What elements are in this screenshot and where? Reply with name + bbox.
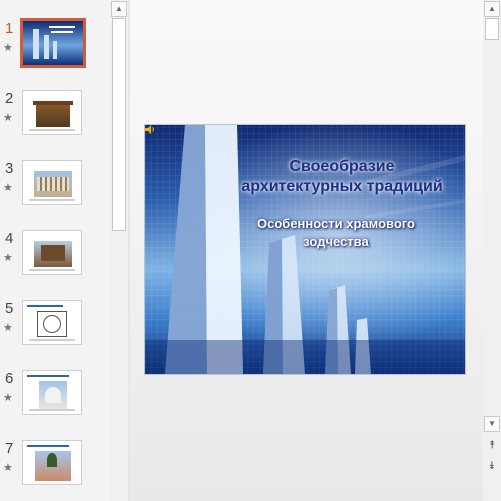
star-icon: ★ (3, 322, 13, 334)
scroll-up-button[interactable]: ▲ (484, 1, 500, 17)
slide-thumbnail-5[interactable]: 5 ★ (0, 300, 110, 362)
slide-scrollbar[interactable]: ▲ ▼ ⯭ ⯯ (483, 0, 501, 501)
scroll-down-button[interactable]: ▼ (484, 416, 500, 432)
slide-thumbnail-image[interactable] (22, 300, 82, 345)
slide-thumbnail-image[interactable] (22, 440, 82, 485)
slide-thumbnail-3[interactable]: 3 ★ (0, 160, 110, 222)
slide-thumbnail-image[interactable] (22, 160, 82, 205)
scrollbar-thumb[interactable] (485, 18, 499, 40)
previous-slide-button[interactable]: ⯭ (484, 438, 500, 454)
slide-number: 2 (5, 90, 14, 107)
slide-thumbnail-1[interactable]: 1 ★ (0, 18, 110, 82)
star-icon: ★ (3, 462, 13, 474)
slide-editor[interactable]: Своеобразие архитектурных традиций Особе… (130, 0, 483, 501)
slide-thumbnail-pane[interactable]: 1 ★ 2 ★ 3 ★ 4 ★ 5 ★ 6 ★ 7 ★ (0, 0, 110, 501)
slide-thumbnail-4[interactable]: 4 ★ (0, 230, 110, 292)
slide-thumbnail-image[interactable] (22, 230, 82, 275)
slide-number: 5 (5, 300, 14, 317)
slide-number: 6 (5, 370, 14, 387)
slide-thumbnail-2[interactable]: 2 ★ (0, 90, 110, 152)
slide-number: 3 (5, 160, 14, 177)
slide-title[interactable]: Своеобразие архитектурных традиций (227, 157, 457, 197)
star-icon: ★ (3, 42, 13, 54)
scroll-up-button[interactable]: ▲ (111, 1, 127, 17)
slide-number: 1 (5, 20, 14, 37)
slide-thumbnail-7[interactable]: 7 ★ (0, 440, 110, 501)
thumbnail-scrollbar[interactable]: ▲ (110, 0, 128, 501)
slide-canvas[interactable]: Своеобразие архитектурных традиций Особе… (144, 124, 466, 375)
slide-thumbnail-image[interactable] (22, 90, 82, 135)
star-icon: ★ (3, 392, 13, 404)
slide-thumbnail-image[interactable] (20, 18, 86, 68)
slide-thumbnail-image[interactable] (22, 370, 82, 415)
star-icon: ★ (3, 182, 13, 194)
speaker-icon[interactable] (145, 125, 155, 134)
slide-subtitle[interactable]: Особенности храмового зодчества (241, 215, 431, 251)
star-icon: ★ (3, 252, 13, 264)
slide-number: 7 (5, 440, 14, 457)
next-slide-button[interactable]: ⯯ (484, 459, 500, 475)
slide-number: 4 (5, 230, 14, 247)
slide-thumbnail-6[interactable]: 6 ★ (0, 370, 110, 432)
star-icon: ★ (3, 112, 13, 124)
scrollbar-thumb[interactable] (112, 18, 126, 231)
